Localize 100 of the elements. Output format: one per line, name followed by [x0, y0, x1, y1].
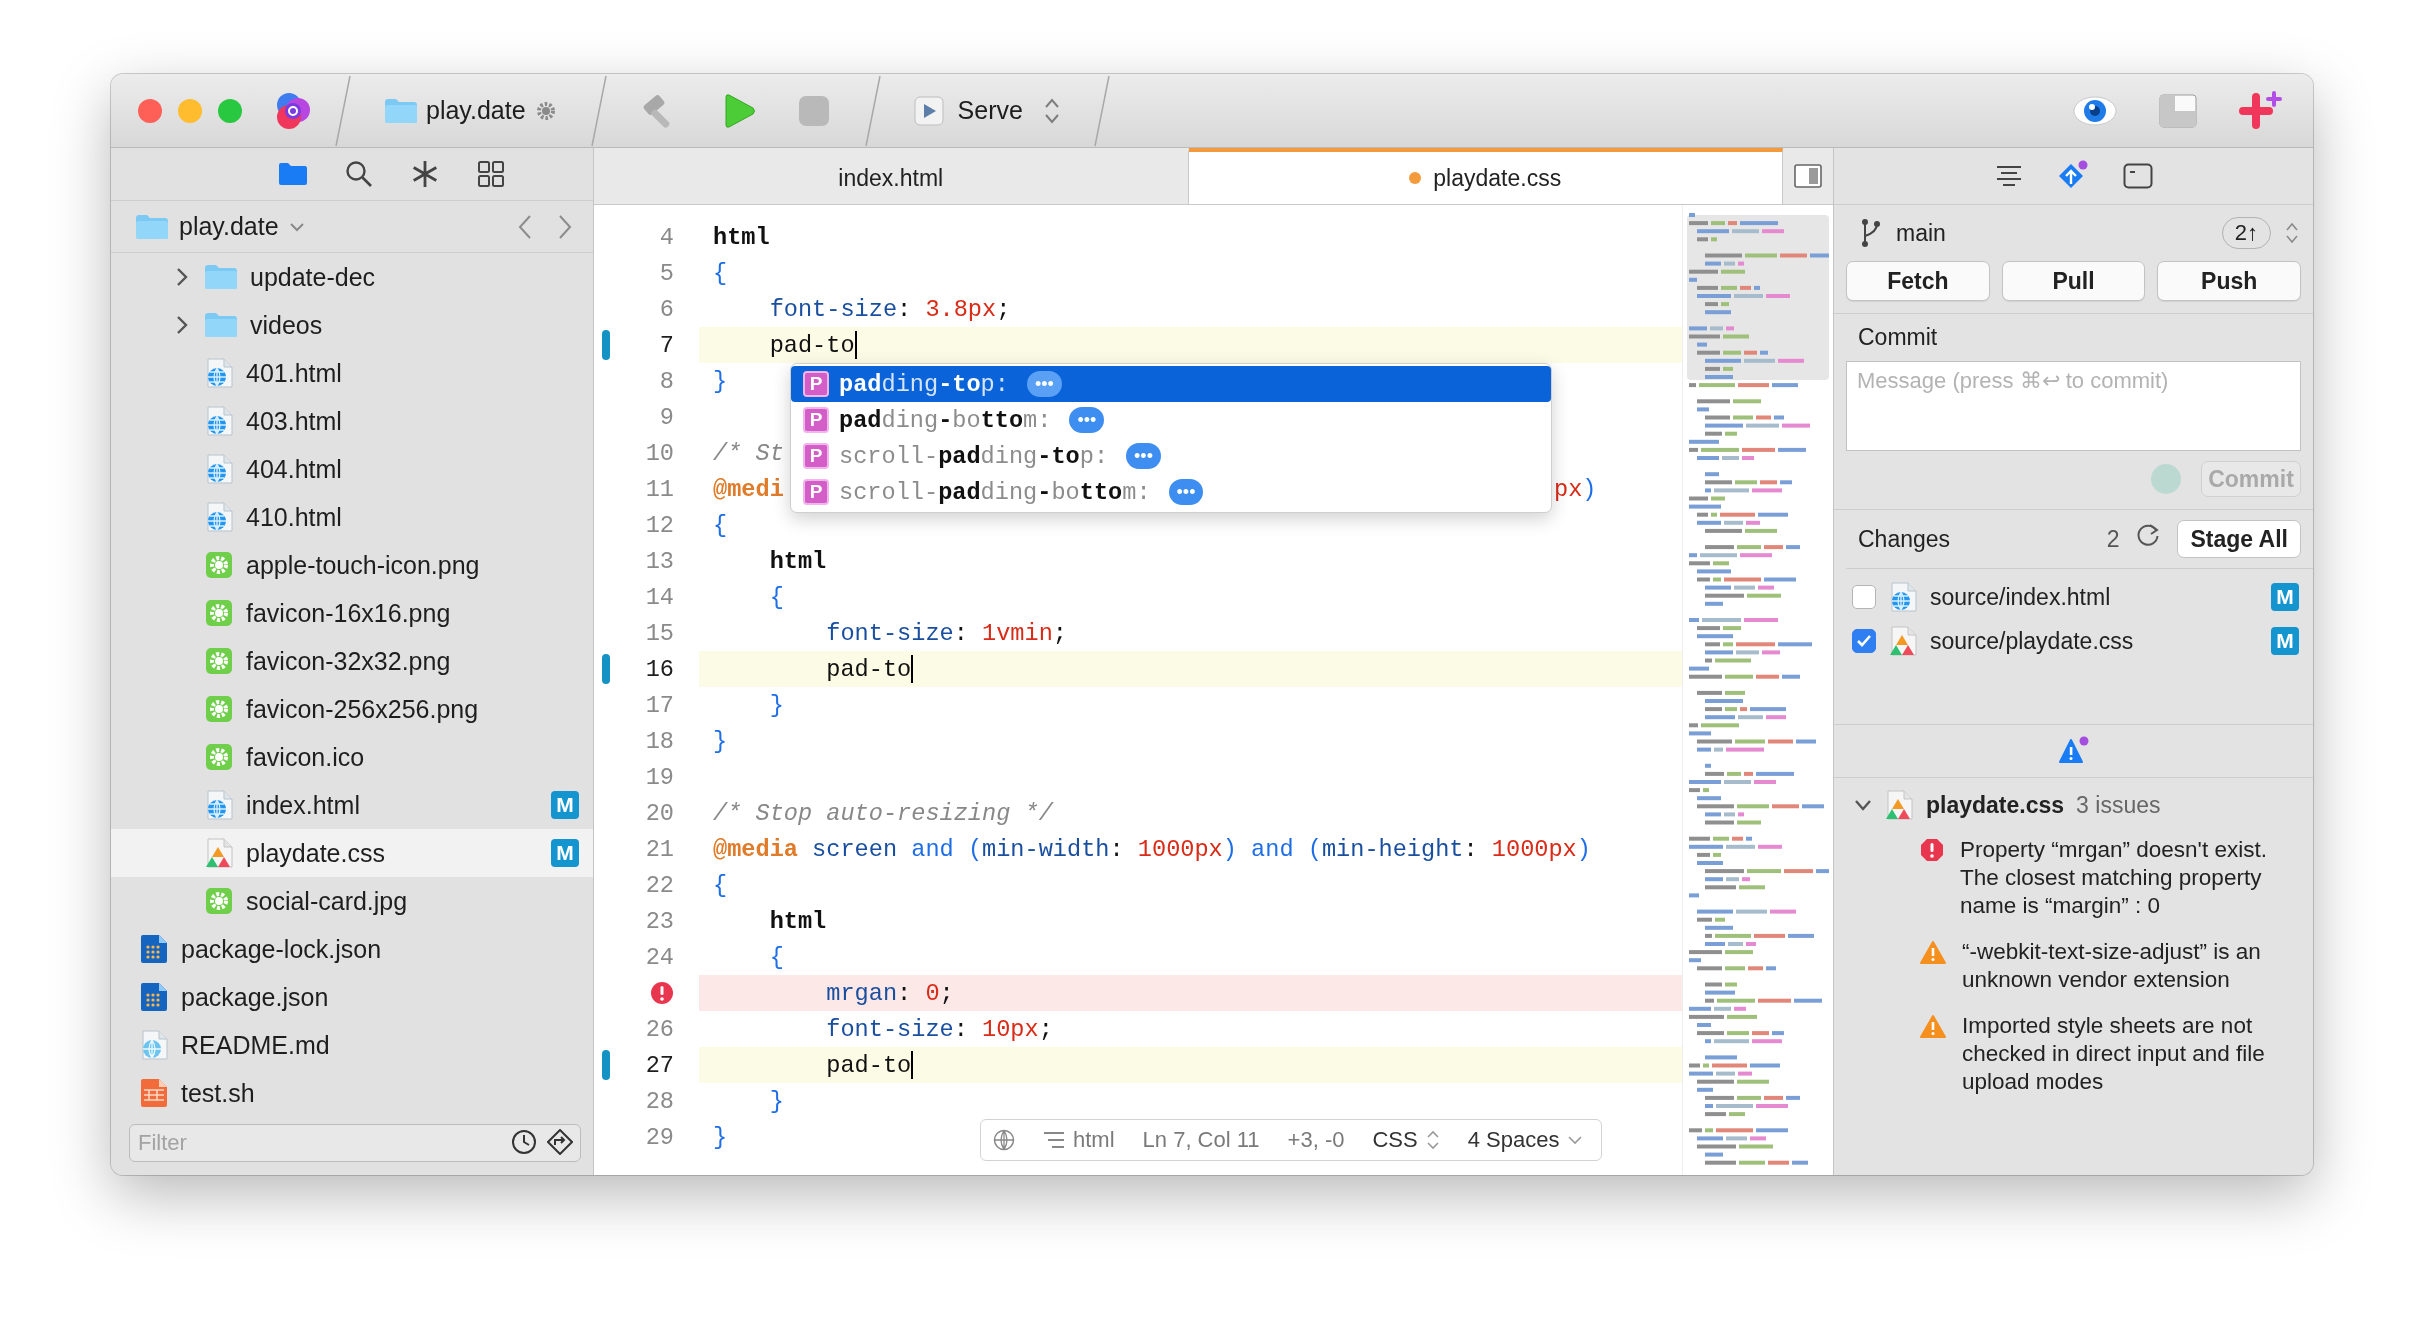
updown-chevron-icon [2285, 221, 2299, 245]
dots-file-icon [139, 982, 169, 1013]
completion-item[interactable]: P padding-top: ••• [791, 366, 1551, 402]
play-icon [913, 95, 944, 126]
line-number: 26 [645, 1015, 674, 1043]
line-number: 7 [659, 331, 674, 359]
indentation-button[interactable]: 4 Spaces [1467, 1127, 1584, 1153]
property-badge: P [803, 407, 829, 433]
split-view-icon [1794, 164, 1822, 188]
forward-button[interactable] [557, 213, 573, 240]
git-action-button[interactable]: Pull [2001, 261, 2146, 301]
line-number: 29 [645, 1123, 674, 1151]
status-badge: M [551, 839, 579, 868]
line-number: 14 [645, 583, 674, 611]
file-item[interactable]: 404.html [111, 445, 593, 494]
file-item[interactable]: package-lock.json [111, 925, 593, 974]
file-item[interactable]: videos [111, 301, 593, 350]
checkbox[interactable] [1852, 585, 1876, 609]
project-menu[interactable]: play.date [135, 212, 305, 241]
code-text: /* St [713, 439, 784, 467]
line-number: 15 [645, 619, 674, 647]
task-button[interactable]: Serve [907, 91, 1067, 130]
file-item[interactable]: index.html M [111, 781, 593, 830]
caret-icon [288, 220, 305, 233]
code-text: font-size: 1vmin; [825, 619, 1067, 647]
grid-icon [477, 159, 505, 188]
checkbox[interactable] [1852, 629, 1876, 653]
code-text: { [768, 583, 784, 611]
code-text: pad-to [768, 331, 855, 359]
line-number: 11 [645, 475, 674, 503]
zoom-button[interactable] [218, 98, 242, 123]
folder-icon [204, 264, 238, 291]
git-action-button[interactable]: Fetch [1846, 261, 1990, 301]
close-button[interactable] [138, 98, 162, 123]
line-number: 19 [645, 763, 674, 791]
file-item[interactable]: apple-touch-icon.png [111, 541, 593, 590]
folder-icon [135, 213, 169, 240]
status-badge: M [2271, 583, 2299, 611]
line-number: 18 [645, 727, 674, 755]
warning-icon [1920, 940, 1946, 964]
stage-all-button[interactable]: Stage All [2177, 520, 2301, 558]
language-button[interactable]: CSS [1372, 1127, 1440, 1153]
triangles-file-icon [204, 838, 234, 869]
file-item[interactable]: favicon-256x256.png [111, 685, 593, 734]
terminal-icon [2122, 163, 2153, 189]
section-title: Changes [1858, 525, 1951, 553]
globe-file-icon [1888, 582, 1918, 612]
project-button[interactable]: play.date [378, 92, 564, 129]
globe-file-icon [204, 502, 234, 533]
line-number: 9 [659, 403, 674, 431]
completion-item[interactable]: P scroll-padding-bottom: ••• [791, 474, 1551, 510]
property-badge: P [803, 443, 829, 469]
issue-message: “-webkit-text-size-adjust” is an unknown vendor extension [1962, 938, 2262, 994]
diff-summary: +3, -0 [1287, 1127, 1345, 1153]
line-number: 8 [659, 367, 674, 395]
plus-sparkle-icon [2239, 90, 2283, 131]
scope-button[interactable]: html [1043, 1127, 1115, 1153]
file-item[interactable]: favicon-32x32.png [111, 637, 593, 686]
file-item[interactable]: test.sh [111, 1069, 593, 1118]
avatar [2151, 464, 2181, 494]
inspector-tab[interactable] [1994, 164, 2023, 188]
code-text: px) [1554, 475, 1597, 503]
more-badge: ••• [1069, 407, 1105, 433]
changed-file-item[interactable]: source/index.html M [1834, 575, 2313, 619]
line-number: 28 [645, 1087, 674, 1115]
completion-item[interactable]: P scroll-padding-top: ••• [791, 438, 1551, 474]
file-item[interactable]: 410.html [111, 493, 593, 542]
warning-icon [1920, 1014, 1946, 1038]
eye-icon [2073, 93, 2117, 128]
file-item[interactable]: package.json [111, 973, 593, 1022]
diamond-arrow-icon [547, 1129, 573, 1156]
editor-tab[interactable]: playdate.css [1188, 148, 1783, 204]
completion-item[interactable]: P padding-bottom: ••• [791, 402, 1551, 438]
file-item[interactable]: playdate.css M [111, 829, 593, 878]
git-action-button[interactable]: Push [2157, 261, 2301, 301]
error-icon [650, 981, 674, 1005]
gear-file-icon [204, 694, 234, 725]
code-text: html [768, 907, 827, 935]
file-item[interactable]: favicon.ico [111, 733, 593, 782]
file-item[interactable]: 403.html [111, 397, 593, 446]
filter-field[interactable]: Filter [129, 1124, 581, 1163]
code-text: } [768, 1087, 784, 1115]
code-text: font-size: 3.8px; [768, 295, 1011, 323]
back-button[interactable] [517, 213, 533, 240]
chevron-down-icon [1567, 1134, 1584, 1146]
code-text: } [713, 367, 728, 395]
align-center-icon [1994, 164, 2023, 188]
file-item[interactable]: README.md [111, 1021, 593, 1070]
line-number: 20 [645, 799, 674, 827]
file-item[interactable]: favicon-16x16.png [111, 589, 593, 638]
file-item[interactable]: 401.html [111, 349, 593, 398]
changed-file-item[interactable]: source/playdate.css M [1834, 619, 2313, 663]
line-number: 6 [659, 295, 674, 323]
code-text: @medi [713, 475, 784, 503]
file-item[interactable]: social-card.jpg [111, 877, 593, 926]
code-text: @media screen and (min-width: 1000px) and (min-height: 1000px) [713, 835, 1591, 863]
file-item[interactable]: update-dec [111, 253, 593, 302]
line-number: 16 [645, 655, 674, 683]
inspector-tab[interactable] [2122, 163, 2153, 189]
code-text: } [713, 727, 728, 755]
